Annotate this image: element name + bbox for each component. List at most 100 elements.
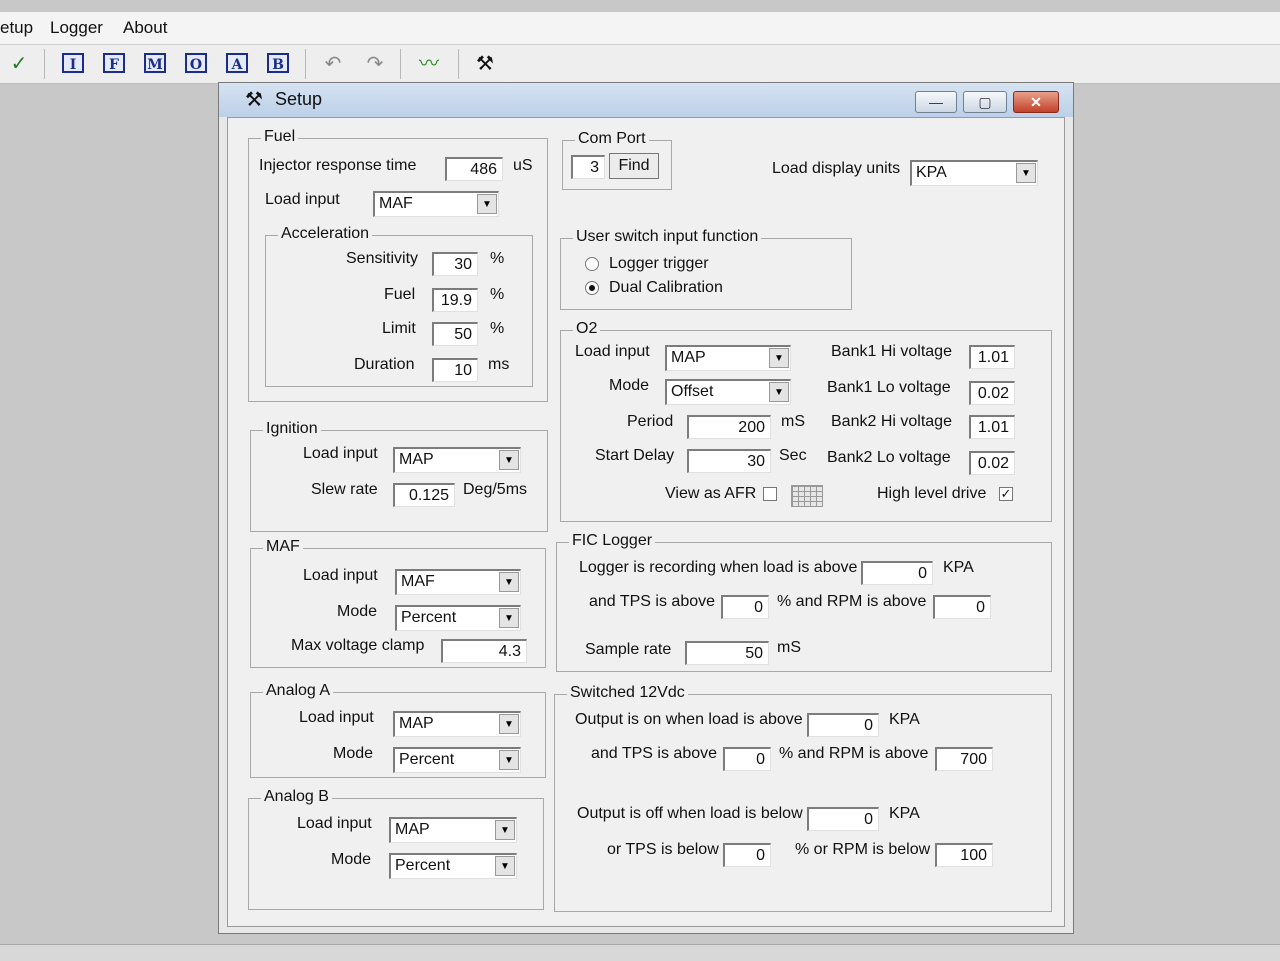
analog-a-load-select[interactable]: MAP ▼	[393, 711, 521, 737]
ignition-load-select[interactable]: MAP ▼	[393, 447, 521, 473]
analog-b-load-select[interactable]: MAP ▼	[389, 817, 517, 843]
analog-a-mode-label: Mode	[333, 745, 374, 762]
limit-label: Limit	[382, 320, 416, 337]
slew-rate-label: Slew rate	[311, 481, 378, 498]
start-delay-unit: Sec	[779, 447, 807, 464]
bank1-hi-label: Bank1 Hi voltage	[831, 343, 952, 360]
sample-rate-label: Sample rate	[585, 641, 672, 658]
fuel-group: Fuel Injector response time 486 uS Load …	[248, 128, 548, 402]
table-grid-icon[interactable]	[791, 485, 823, 507]
maximize-button[interactable]: ▢	[963, 91, 1007, 113]
title-bar[interactable]: ⚒ Setup — ▢ ✕	[219, 83, 1073, 117]
toolbar-button-b[interactable]: B	[267, 53, 289, 73]
analog-a-legend: Analog A	[263, 682, 334, 700]
output-on-rpm-input[interactable]: 700	[935, 747, 993, 771]
com-port-group: Com Port 3 Find	[562, 130, 672, 190]
output-on-tps-input[interactable]: 0	[723, 747, 771, 771]
output-off-load-unit: KPA	[889, 805, 920, 822]
window-title: Setup	[275, 89, 323, 109]
com-port-input[interactable]: 3	[571, 155, 605, 179]
injector-unit: uS	[513, 157, 533, 174]
menu-logger[interactable]: Logger	[50, 18, 103, 38]
chevron-down-icon[interactable]: ▼	[495, 820, 515, 840]
bank2-hi-input[interactable]: 1.01	[969, 415, 1015, 439]
logger-trigger-radio[interactable]	[585, 257, 599, 271]
connect-icon[interactable]: ✓	[6, 51, 32, 77]
logger-trigger-label[interactable]: Logger trigger	[609, 255, 709, 273]
user-switch-group: User switch input function Logger trigge…	[560, 228, 852, 310]
analog-a-mode-select[interactable]: Percent ▼	[393, 747, 521, 773]
bank1-lo-input[interactable]: 0.02	[969, 381, 1015, 405]
toolbar-button-i[interactable]: I	[62, 53, 84, 73]
start-delay-input[interactable]: 30	[687, 449, 771, 473]
chevron-down-icon[interactable]: ▼	[499, 572, 519, 592]
sensitivity-input[interactable]: 30	[432, 252, 478, 276]
logger-load-unit: KPA	[943, 559, 974, 576]
bank1-hi-input[interactable]: 1.01	[969, 345, 1015, 369]
o2-mode-value: Offset	[671, 383, 714, 400]
toolbar-button-o[interactable]: O	[185, 53, 207, 73]
load-display-units-select[interactable]: KPA ▼	[910, 160, 1038, 186]
maf-mode-select[interactable]: Percent ▼	[395, 605, 521, 631]
chevron-down-icon[interactable]: ▼	[499, 608, 519, 628]
slew-rate-input[interactable]: 0.125	[393, 483, 455, 507]
o2-group: O2 Load input MAP ▼ Mode Offset ▼ Period 2…	[560, 320, 1052, 522]
find-button[interactable]: Find	[609, 153, 659, 179]
fuel-load-select[interactable]: MAF ▼	[373, 191, 499, 217]
o2-load-select[interactable]: MAP ▼	[665, 345, 791, 371]
view-as-afr-label: View as AFR	[665, 485, 757, 502]
close-button[interactable]: ✕	[1013, 91, 1059, 113]
chevron-down-icon[interactable]: ▼	[1016, 163, 1036, 183]
logger-tps-input[interactable]: 0	[721, 595, 769, 619]
slew-rate-unit: Deg/5ms	[463, 481, 528, 498]
toolbar-button-f[interactable]: F	[103, 53, 125, 73]
minimize-button[interactable]: —	[915, 91, 957, 113]
high-level-drive-label: High level drive	[877, 485, 987, 502]
analog-b-legend: Analog B	[261, 788, 332, 806]
redo-icon[interactable]: ↷	[362, 51, 388, 77]
chevron-down-icon[interactable]: ▼	[769, 348, 789, 368]
chevron-down-icon[interactable]: ▼	[477, 194, 497, 214]
menu-about[interactable]: About	[123, 18, 167, 38]
logger-load-input[interactable]: 0	[861, 561, 933, 585]
output-on-rpm-label: % and RPM is above	[779, 745, 929, 762]
o2-mode-select[interactable]: Offset ▼	[665, 379, 791, 405]
dual-calibration-radio[interactable]	[585, 281, 599, 295]
status-bar	[0, 944, 1280, 961]
acceleration-legend: Acceleration	[278, 225, 373, 243]
view-as-afr-checkbox[interactable]	[763, 487, 777, 501]
output-on-load-input[interactable]: 0	[807, 713, 879, 737]
chevron-down-icon[interactable]: ▼	[499, 750, 519, 770]
max-voltage-clamp-input[interactable]: 4.3	[441, 639, 527, 663]
toolbar-separator	[458, 49, 459, 79]
toolbar-button-m[interactable]: M	[144, 53, 166, 73]
maf-load-select[interactable]: MAF ▼	[395, 569, 521, 595]
output-off-rpm-label: % or RPM is below	[795, 841, 931, 858]
chevron-down-icon[interactable]: ▼	[499, 450, 519, 470]
limit-input[interactable]: 50	[432, 322, 478, 346]
high-level-drive-checkbox[interactable]: ✓	[999, 487, 1013, 501]
start-delay-label: Start Delay	[595, 447, 675, 464]
output-off-rpm-input[interactable]: 100	[935, 843, 993, 867]
analog-b-mode-select[interactable]: Percent ▼	[389, 853, 517, 879]
chevron-down-icon[interactable]: ▼	[769, 382, 789, 402]
menu-setup[interactable]: etup	[0, 18, 33, 38]
tools-icon[interactable]: ⚒	[472, 51, 498, 77]
injector-response-input[interactable]: 486	[445, 157, 503, 181]
accel-fuel-input[interactable]: 19.9	[432, 288, 478, 312]
logger-rpm-input[interactable]: 0	[933, 595, 991, 619]
chevron-down-icon[interactable]: ▼	[495, 856, 515, 876]
period-input[interactable]: 200	[687, 415, 771, 439]
analog-b-mode-label: Mode	[331, 851, 372, 868]
sample-rate-input[interactable]: 50	[685, 641, 769, 665]
dual-calibration-label[interactable]: Dual Calibration	[609, 279, 723, 297]
chevron-down-icon[interactable]: ▼	[499, 714, 519, 734]
graph-icon[interactable]: 〰	[416, 51, 442, 77]
output-off-tps-input[interactable]: 0	[723, 843, 771, 867]
undo-icon[interactable]: ↶	[320, 51, 346, 77]
maf-group: MAF Load input MAF ▼ Mode Percent ▼ Max vo…	[250, 538, 546, 668]
output-off-load-input[interactable]: 0	[807, 807, 879, 831]
duration-input[interactable]: 10	[432, 358, 478, 382]
toolbar-button-a[interactable]: A	[226, 53, 248, 73]
bank2-lo-input[interactable]: 0.02	[969, 451, 1015, 475]
